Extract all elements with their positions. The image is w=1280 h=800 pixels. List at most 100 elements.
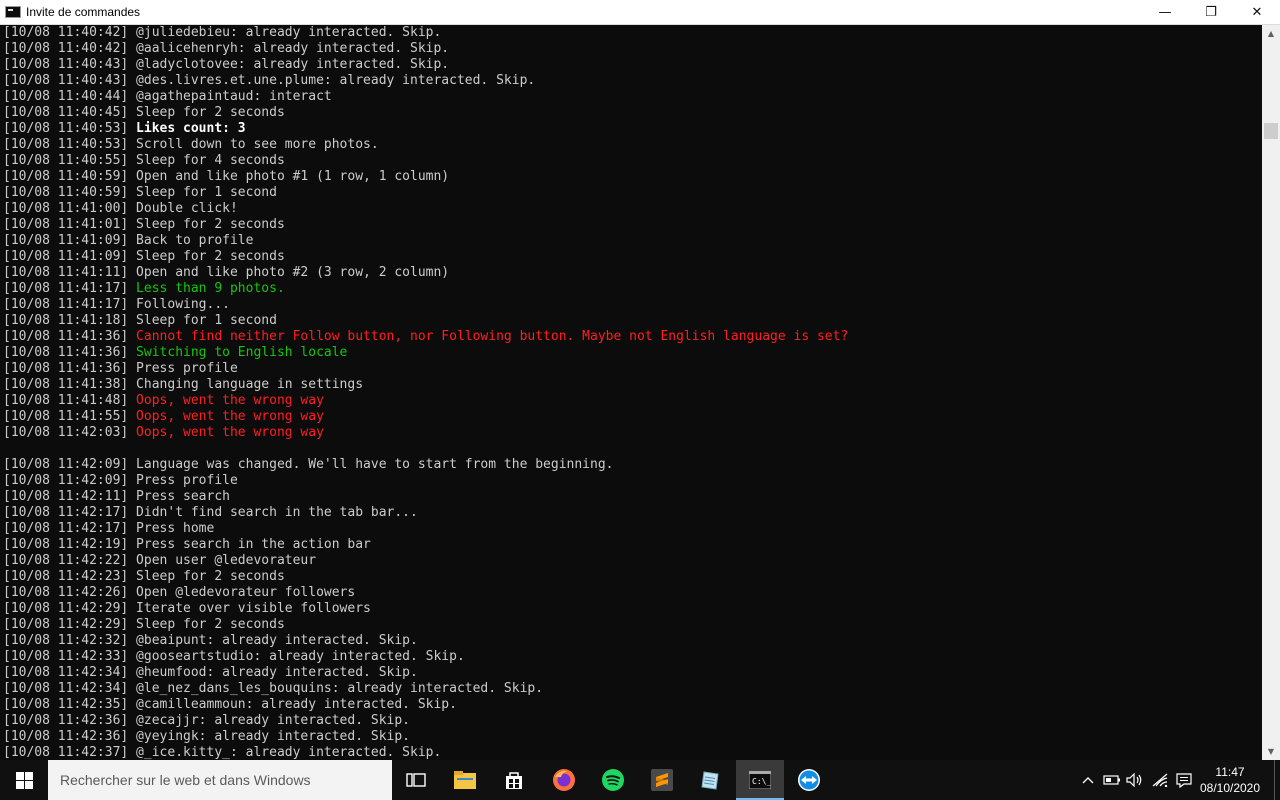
teamviewer-icon[interactable] bbox=[785, 760, 833, 800]
notepad-icon[interactable] bbox=[687, 760, 735, 800]
console-line-timestamp: [10/08 11:41:09] bbox=[3, 233, 129, 248]
console-line-message: @des.livres.et.une.plume: already intera… bbox=[128, 73, 536, 88]
file-explorer-icon[interactable] bbox=[441, 760, 489, 800]
console-line-timestamp: [10/08 11:42:34] bbox=[3, 681, 129, 696]
console-line: [10/08 11:40:44] @agathepaintaud: intera… bbox=[3, 89, 332, 105]
console-line-timestamp: [10/08 11:40:43] bbox=[3, 57, 129, 72]
battery-icon[interactable] bbox=[1101, 760, 1123, 800]
console-line: [10/08 11:41:17] Less than 9 photos. bbox=[3, 281, 285, 297]
firefox-icon[interactable] bbox=[540, 760, 588, 800]
close-button[interactable]: ✕ bbox=[1234, 0, 1280, 25]
console-line-timestamp: [10/08 11:40:55] bbox=[3, 153, 129, 168]
taskbar-search-input[interactable]: Rechercher sur le web et dans Windows bbox=[48, 760, 392, 800]
console-line-message: @zecajjr: already interacted. Skip. bbox=[128, 713, 410, 728]
clock-date: 08/10/2020 bbox=[1199, 781, 1261, 795]
console-line-timestamp: [10/08 11:41:55] bbox=[3, 409, 129, 424]
console-line-timestamp: [10/08 11:40:45] bbox=[3, 105, 129, 120]
console-line: [10/08 11:42:23] Sleep for 2 seconds bbox=[3, 569, 285, 585]
console-line-timestamp: [10/08 11:40:53] bbox=[3, 121, 129, 136]
console-line-message: Press profile bbox=[128, 473, 238, 488]
console-line: [10/08 11:41:01] Sleep for 2 seconds bbox=[3, 217, 285, 233]
console-line-timestamp: [10/08 11:41:01] bbox=[3, 217, 129, 232]
console-line-message: Following... bbox=[128, 297, 230, 312]
console-line-message: @aalicehenryh: already interacted. Skip. bbox=[128, 41, 450, 56]
show-hidden-icons-icon[interactable] bbox=[1078, 760, 1098, 800]
taskbar-clock[interactable]: 11:47 08/10/2020 bbox=[1196, 760, 1264, 800]
vertical-scrollbar[interactable]: ▲ ▼ bbox=[1262, 25, 1280, 760]
console-line-message: @heumfood: already interacted. Skip. bbox=[128, 665, 418, 680]
command-prompt-taskbar-icon[interactable]: C:\_ bbox=[736, 760, 784, 800]
console-line-timestamp: [10/08 11:40:42] bbox=[3, 25, 129, 40]
volume-icon[interactable] bbox=[1124, 760, 1146, 800]
console-line-timestamp: [10/08 11:40:59] bbox=[3, 185, 129, 200]
minimize-button[interactable]: — bbox=[1142, 0, 1188, 25]
console-line-timestamp: [10/08 11:42:29] bbox=[3, 601, 129, 616]
maximize-button[interactable]: ❐ bbox=[1188, 0, 1234, 25]
console-line-timestamp: [10/08 11:42:37] bbox=[3, 745, 129, 760]
console-line-message: Press profile bbox=[128, 361, 238, 376]
console-line: [10/08 11:42:36] @zecajjr: already inter… bbox=[3, 713, 410, 729]
console-line-timestamp: [10/08 11:41:11] bbox=[3, 265, 129, 280]
console-line: [10/08 11:41:36] Press profile bbox=[3, 361, 238, 377]
notifications-icon[interactable] bbox=[1173, 760, 1195, 800]
sublime-text-icon[interactable] bbox=[638, 760, 686, 800]
console-line: [10/08 11:42:03] Oops, went the wrong wa… bbox=[3, 425, 324, 441]
console-line: [10/08 11:41:09] Sleep for 2 seconds bbox=[3, 249, 285, 265]
store-icon[interactable] bbox=[490, 760, 538, 800]
spotify-icon[interactable] bbox=[589, 760, 637, 800]
console-line-message: Didn't find search in the tab bar... bbox=[128, 505, 418, 520]
console-line: [10/08 11:40:45] Sleep for 2 seconds bbox=[3, 105, 285, 121]
console-line-timestamp: [10/08 11:41:36] bbox=[3, 329, 129, 344]
console-line-timestamp: [10/08 11:42:23] bbox=[3, 569, 129, 584]
console-line: [10/08 11:41:09] Back to profile bbox=[3, 233, 253, 249]
console-line-timestamp: [10/08 11:42:09] bbox=[3, 473, 129, 488]
task-view-icon[interactable] bbox=[392, 760, 440, 800]
console-line-message: Press search bbox=[128, 489, 230, 504]
console-line-timestamp: [10/08 11:40:44] bbox=[3, 89, 129, 104]
console-line: [10/08 11:41:00] Double click! bbox=[3, 201, 238, 217]
console-line-message: Double click! bbox=[128, 201, 238, 216]
start-button[interactable] bbox=[0, 760, 48, 800]
console-output[interactable]: [10/08 11:40:42] @juliedebieu: already i… bbox=[0, 25, 1262, 760]
console-line-timestamp: [10/08 11:42:17] bbox=[3, 521, 129, 536]
window-controls: — ❐ ✕ bbox=[1142, 0, 1280, 25]
scroll-thumb[interactable] bbox=[1264, 123, 1278, 139]
console-line-message: Sleep for 2 seconds bbox=[128, 569, 285, 584]
console-line-message: @le_nez_dans_les_bouquins: already inter… bbox=[128, 681, 544, 696]
scroll-down-icon[interactable]: ▼ bbox=[1262, 743, 1280, 760]
console-line-timestamp: [10/08 11:40:53] bbox=[3, 137, 129, 152]
console-line-timestamp: [10/08 11:41:48] bbox=[3, 393, 129, 408]
console-line-message: Oops, went the wrong way bbox=[128, 393, 324, 408]
console-line-message: Cannot find neither Follow button, nor F… bbox=[128, 329, 849, 344]
scroll-up-icon[interactable]: ▲ bbox=[1262, 25, 1280, 42]
console-line-message: Less than 9 photos. bbox=[128, 281, 285, 296]
wifi-icon[interactable] bbox=[1150, 760, 1172, 800]
console-line-message: Open user @ledevorateur bbox=[128, 553, 317, 568]
title-bar[interactable]: Invite de commandes — ❐ ✕ bbox=[0, 0, 1280, 25]
console-line: [10/08 11:41:55] Oops, went the wrong wa… bbox=[3, 409, 324, 425]
console-line: [10/08 11:42:29] Sleep for 2 seconds bbox=[3, 617, 285, 633]
console-line: [10/08 11:40:43] @ladyclotovee: already … bbox=[3, 57, 449, 73]
console-line-message: Open and like photo #1 (1 row, 1 column) bbox=[128, 169, 450, 184]
console-line-message: @_ice.kitty_: already interacted. Skip. bbox=[128, 745, 442, 760]
console-line-message: Changing language in settings bbox=[128, 377, 364, 392]
console-line: [10/08 11:40:53] Likes count: 3 bbox=[3, 121, 246, 137]
console-line: [10/08 11:40:42] @juliedebieu: already i… bbox=[3, 25, 441, 41]
console-line-timestamp: [10/08 11:42:29] bbox=[3, 617, 129, 632]
console-line-timestamp: [10/08 11:41:17] bbox=[3, 297, 129, 312]
console-line: [10/08 11:41:36] Switching to English lo… bbox=[3, 345, 347, 361]
console-line-message: @yeyingk: already interacted. Skip. bbox=[128, 729, 410, 744]
console-line: [10/08 11:40:55] Sleep for 4 seconds bbox=[3, 153, 285, 169]
console-line: [10/08 11:41:18] Sleep for 1 second bbox=[3, 313, 277, 329]
console-line-message: Back to profile bbox=[128, 233, 254, 248]
console-line-message: Sleep for 2 seconds bbox=[128, 105, 285, 120]
console-line: [10/08 11:41:38] Changing language in se… bbox=[3, 377, 363, 393]
window-title: Invite de commandes bbox=[26, 5, 141, 19]
console-line-message: @camilleammoun: already interacted. Skip… bbox=[128, 697, 457, 712]
console-line: [10/08 11:40:59] Sleep for 1 second bbox=[3, 185, 277, 201]
show-desktop-button[interactable] bbox=[1274, 760, 1280, 800]
console-line-message: Sleep for 1 second bbox=[128, 313, 277, 328]
console-line-timestamp: [10/08 11:42:35] bbox=[3, 697, 129, 712]
console-line-message: Sleep for 2 seconds bbox=[128, 249, 285, 264]
console-line-message: @ladyclotovee: already interacted. Skip. bbox=[128, 57, 450, 72]
